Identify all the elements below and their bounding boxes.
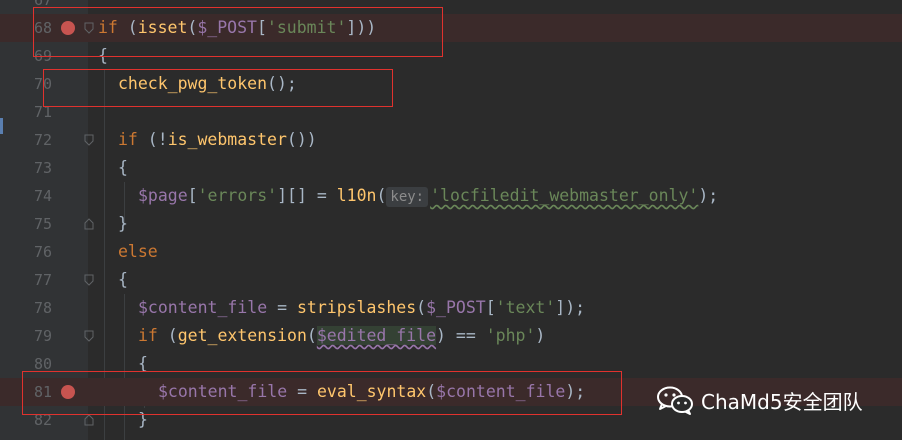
line-number: 74	[33, 187, 52, 205]
code-text: else	[118, 242, 158, 261]
annotation-box-eval	[22, 371, 622, 415]
code-line[interactable]: 73 {	[0, 154, 902, 182]
code-editor[interactable]: 67 68 if (isset($_POST['submit'])) 69 { …	[0, 0, 902, 440]
code-line[interactable]: 77 {	[0, 266, 902, 294]
code-text: if (get_extension($edited_file) == 'php'…	[138, 326, 546, 345]
code-text: $content_file = stripslashes($_POST['tex…	[138, 298, 586, 317]
highlighted-variable: $edited_file	[316, 326, 437, 345]
code-line[interactable]: 79 if (get_extension($edited_file) == 'p…	[0, 322, 902, 350]
line-number: 79	[33, 327, 52, 345]
code-text: {	[118, 270, 128, 289]
code-line[interactable]: 76 else	[0, 238, 902, 266]
fold-icon[interactable]	[84, 330, 94, 342]
watermark: ChaMd5安全团队	[655, 384, 863, 416]
code-line[interactable]: 74 $page['errors'][] = l10n(key:'locfile…	[0, 182, 902, 210]
code-line[interactable]: 72 if (!is_webmaster())	[0, 126, 902, 154]
line-number: 73	[33, 159, 52, 177]
code-text: {	[118, 158, 128, 177]
fold-icon[interactable]	[84, 274, 94, 286]
line-number: 78	[33, 299, 52, 317]
fold-icon[interactable]	[84, 134, 94, 146]
code-text: $page['errors'][] = l10n(key:'locfiledit…	[138, 186, 719, 207]
code-text: if (!is_webmaster())	[118, 130, 317, 149]
wechat-icon	[655, 384, 695, 416]
line-number: 77	[33, 271, 52, 289]
line-number: 76	[33, 243, 52, 261]
code-line[interactable]: 78 $content_file = stripslashes($_POST['…	[0, 294, 902, 322]
line-number: 75	[33, 215, 52, 233]
code-line[interactable]: 75 }	[0, 210, 902, 238]
annotation-box-isset	[33, 7, 443, 57]
fold-icon[interactable]	[84, 218, 94, 230]
annotation-box-token	[43, 69, 393, 107]
watermark-text: ChaMd5安全团队	[701, 389, 863, 414]
parameter-hint: key:	[386, 187, 429, 207]
fold-icon[interactable]	[84, 414, 94, 426]
line-number: 72	[33, 131, 52, 149]
code-text: }	[118, 214, 128, 233]
